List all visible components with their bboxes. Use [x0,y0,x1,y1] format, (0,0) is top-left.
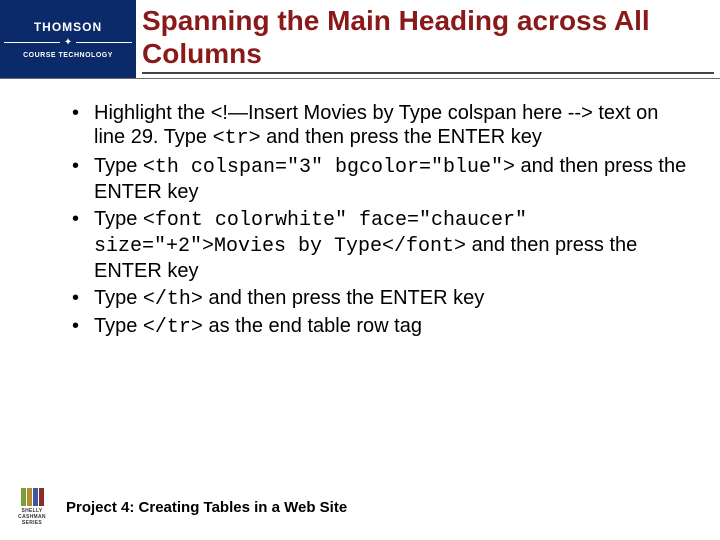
bullet-list: Highlight the <!—Insert Movies by Type c… [68,101,688,341]
body-text: Type [94,287,143,309]
body-text: Type [94,315,143,337]
slide-title: Spanning the Main Heading across All Col… [142,4,714,74]
body-text: and then press the ENTER key [203,287,484,309]
logo-bottom-text: COURSE TECHNOLOGY [23,52,113,59]
code-text: </th> [143,288,203,311]
star-icon: ✦ [64,38,72,48]
thomson-logo: THOMSON ✦ COURSE TECHNOLOGY [0,0,136,78]
body-text: Type [94,155,143,177]
book-icon [21,488,26,506]
code-text: <font colorwhite" face="chaucer" size="+… [94,209,527,258]
list-item: Type </tr> as the end table row tag [68,314,688,340]
body-text: and then press the ENTER key [261,126,542,148]
list-item: Highlight the <!—Insert Movies by Type c… [68,101,688,152]
title-block: Spanning the Main Heading across All Col… [136,0,720,78]
book-icon [39,488,44,506]
header: THOMSON ✦ COURSE TECHNOLOGY Spanning the… [0,0,720,79]
logo-line-right [76,42,132,43]
list-item: Type <font colorwhite" face="chaucer" si… [68,207,688,284]
code-text: <th colspan="3" bgcolor="blue"> [143,156,515,179]
code-text: </tr> [143,316,203,339]
book-icon [33,488,38,506]
footer-text: Project 4: Creating Tables in a Web Site [66,499,347,516]
book-icon [27,488,32,506]
logo-line-left [4,42,60,43]
body-text: as the end table row tag [203,315,422,337]
body-text: Type [94,208,143,230]
logo-divider: ✦ [0,38,136,48]
series-label: SHELLY CASHMAN SERIES [10,508,54,526]
list-item: Type </th> and then press the ENTER key [68,286,688,312]
code-text: <tr> [213,127,261,150]
shelly-cashman-logo: SHELLY CASHMAN SERIES [10,488,54,526]
footer: SHELLY CASHMAN SERIES Project 4: Creatin… [0,488,720,526]
logo-top-text: THOMSON [34,20,102,34]
slide: THOMSON ✦ COURSE TECHNOLOGY Spanning the… [0,0,720,540]
body: Highlight the <!—Insert Movies by Type c… [0,79,720,540]
books-icon [21,488,44,506]
list-item: Type <th colspan="3" bgcolor="blue"> and… [68,154,688,205]
